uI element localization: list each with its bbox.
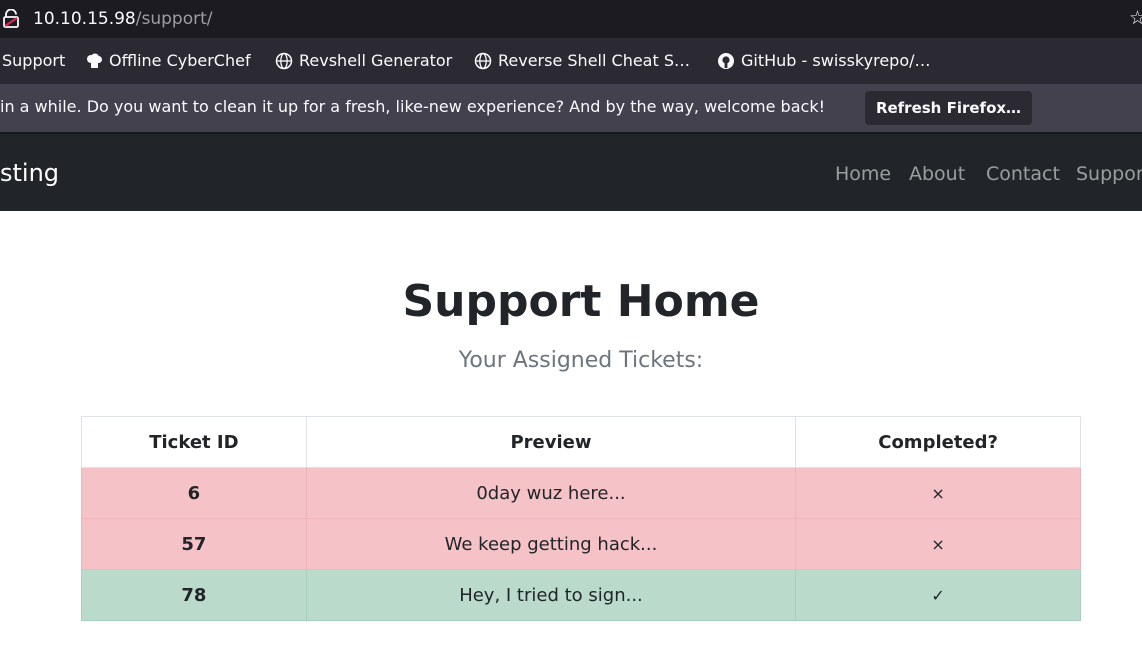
table-row[interactable]: 6 0day wuz here... × bbox=[81, 467, 1081, 519]
url-path: /support/ bbox=[135, 9, 213, 29]
notification-message: in a while. Do you want to clean it up f… bbox=[0, 97, 825, 116]
ticket-preview[interactable]: Hey, I tried to sign... bbox=[305, 569, 797, 621]
lock-icon[interactable] bbox=[2, 9, 20, 29]
ticket-preview[interactable]: 0day wuz here... bbox=[305, 467, 797, 519]
bookmark-revshell-generator[interactable]: Revshell Generator bbox=[275, 50, 452, 72]
tickets-table: Ticket ID Preview Completed? 6 0day wuz … bbox=[81, 416, 1081, 621]
bookmarks-toolbar: Support Offline CyberChef Revshell Gener… bbox=[0, 38, 1142, 84]
header-preview: Preview bbox=[305, 416, 797, 468]
bookmark-offline-cyberchef[interactable]: Offline CyberChef bbox=[86, 50, 251, 72]
browser-url-bar: 10.10.15.98/support/ ☆ bbox=[0, 0, 1142, 38]
bookmark-support[interactable]: Support bbox=[2, 50, 65, 72]
ticket-completed-check-icon: ✓ bbox=[795, 569, 1081, 621]
header-ticket-id: Ticket ID bbox=[81, 416, 307, 468]
bookmark-label: Reverse Shell Cheat S… bbox=[498, 51, 690, 70]
bookmark-label: GitHub - swisskyrepo/… bbox=[741, 51, 931, 70]
refresh-notification-bar: in a while. Do you want to clean it up f… bbox=[0, 84, 1142, 132]
globe-icon bbox=[474, 52, 492, 70]
ticket-id: 6 bbox=[81, 467, 307, 519]
table-header-row: Ticket ID Preview Completed? bbox=[81, 416, 1081, 468]
page-subtitle: Your Assigned Tickets: bbox=[458, 348, 704, 373]
chef-hat-icon bbox=[87, 53, 102, 68]
bookmark-github-swisskyrepo[interactable]: GitHub - swisskyrepo/… bbox=[717, 50, 931, 72]
bookmark-label: Support bbox=[2, 51, 66, 70]
url-host: 10.10.15.98 bbox=[33, 9, 136, 29]
table-row[interactable]: 57 We keep getting hack... × bbox=[81, 518, 1081, 570]
nav-contact[interactable]: Contact bbox=[986, 162, 1060, 186]
nav-support[interactable]: Suppor bbox=[1076, 162, 1142, 186]
site-brand[interactable]: sting bbox=[0, 158, 59, 188]
ticket-completed-cross-icon: × bbox=[795, 467, 1081, 519]
header-completed: Completed? bbox=[795, 416, 1081, 468]
refresh-firefox-button[interactable]: Refresh Firefox… bbox=[865, 91, 1032, 125]
page-title: Support Home bbox=[402, 276, 760, 327]
github-icon bbox=[718, 53, 734, 69]
nav-about[interactable]: About bbox=[909, 162, 965, 186]
site-navbar: sting Home About Contact Suppor bbox=[0, 132, 1142, 211]
globe-icon bbox=[275, 52, 293, 70]
ticket-id: 57 bbox=[81, 518, 307, 570]
bookmark-label: Offline CyberChef bbox=[109, 51, 251, 70]
table-row[interactable]: 78 Hey, I tried to sign... ✓ bbox=[81, 569, 1081, 621]
ticket-preview[interactable]: We keep getting hack... bbox=[305, 518, 797, 570]
bookmark-star-icon[interactable]: ☆ bbox=[1129, 7, 1142, 29]
ticket-completed-cross-icon: × bbox=[795, 518, 1081, 570]
bookmark-label: Revshell Generator bbox=[299, 51, 453, 70]
ticket-id: 78 bbox=[81, 569, 307, 621]
bookmark-reverse-shell-cheat-sheet[interactable]: Reverse Shell Cheat S… bbox=[474, 50, 690, 72]
nav-home[interactable]: Home bbox=[835, 162, 891, 186]
url-field[interactable]: 10.10.15.98/support/ bbox=[33, 8, 212, 30]
